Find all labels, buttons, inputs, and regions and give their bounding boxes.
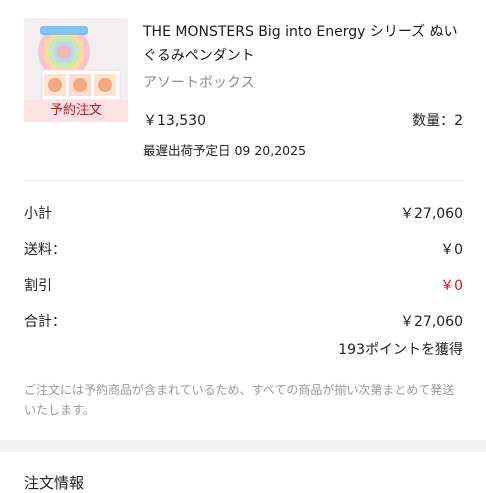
order-item[interactable]: 予約注文 THE MONSTERS Big into Energy シリーズ ぬ… (0, 0, 486, 170)
shipping-value: ￥0 (440, 242, 463, 258)
subtotal-value: ￥27,060 (400, 206, 463, 222)
total-row: 合計： ￥27,060 (24, 311, 463, 331)
product-quantity: 数量：2 (412, 113, 463, 129)
preorder-shipping-note: ご注文には予約商品が含まれているため、すべての商品が揃い次第まとめて発送いたしま… (24, 383, 455, 417)
product-price: ￥13,530 (143, 113, 206, 129)
order-info-heading: 注文情報 (24, 474, 85, 492)
product-title[interactable]: THE MONSTERS Big into Energy シリーズ ぬいぐるみペ… (143, 20, 463, 68)
preorder-badge: 予約注文 (24, 100, 128, 122)
product-variant: アソートボックス (143, 75, 255, 91)
total-value: ￥27,060 (400, 314, 463, 330)
shipping-row: 送料： ￥0 (24, 239, 463, 259)
discount-label: 割引 (24, 278, 52, 294)
latest-ship-date: 最遅出荷予定日 09 20,2025 (143, 143, 307, 158)
discount-row: 割引 ￥0 (24, 275, 463, 295)
divider (24, 180, 464, 181)
shipping-label: 送料： (24, 242, 66, 258)
discount-value: ￥0 (440, 278, 463, 294)
section-separator (0, 440, 486, 452)
subtotal-label: 小計 (24, 206, 52, 222)
subtotal-row: 小計 ￥27,060 (24, 203, 463, 223)
points-earned: 193ポイントを獲得 (338, 342, 463, 358)
product-thumbnail[interactable]: 予約注文 (24, 18, 128, 122)
total-label: 合計： (24, 314, 66, 330)
